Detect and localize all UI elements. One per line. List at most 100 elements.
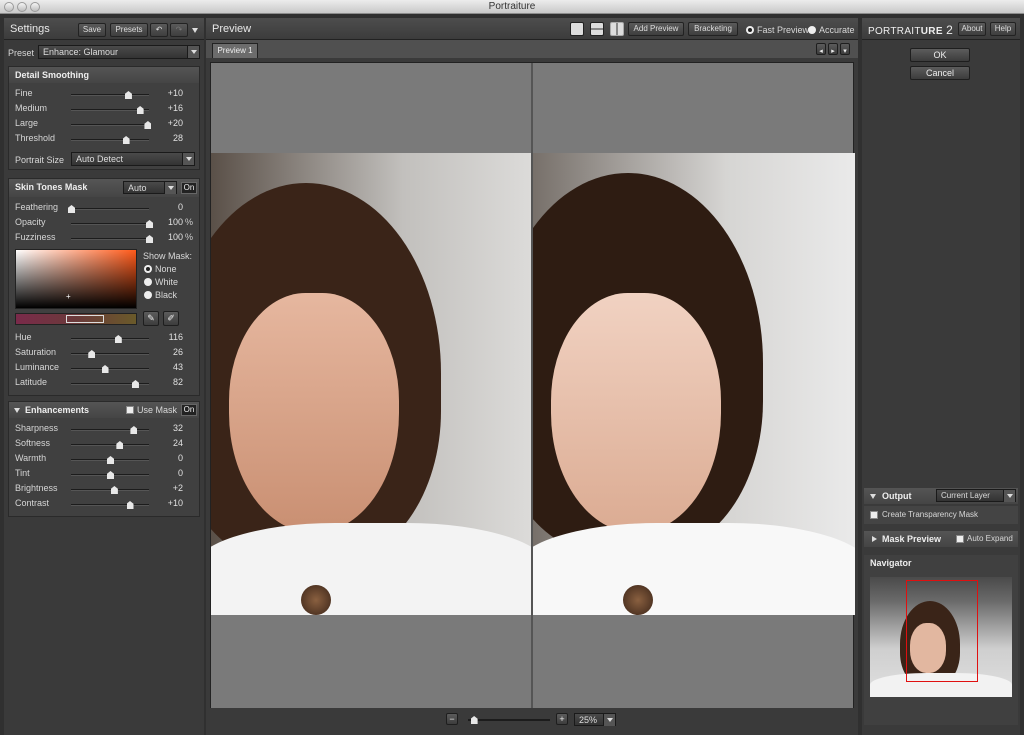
help-button[interactable]: Help [990, 22, 1016, 36]
enhance-slider-label: Contrast [15, 498, 50, 508]
zoom-slider[interactable] [468, 716, 550, 724]
use-mask-checkbox[interactable] [126, 406, 134, 414]
close-window-button[interactable] [4, 2, 14, 12]
zoom-window-button[interactable] [30, 2, 40, 12]
hue-range-selector[interactable] [66, 315, 104, 323]
eyedropper-plus-button[interactable]: ✐ [163, 311, 179, 326]
zoom-dropdown[interactable]: 25% [574, 713, 616, 726]
enhance-slider-thumb[interactable] [107, 471, 114, 479]
original-photo [211, 153, 531, 615]
add-preview-button[interactable]: Add Preview [628, 22, 684, 36]
single-view-button[interactable] [570, 22, 584, 36]
coat-button-shape [623, 585, 653, 615]
undo-button[interactable]: ↶ [150, 23, 168, 37]
minimize-window-button[interactable] [17, 2, 27, 12]
enhance-slider-thumb[interactable] [116, 441, 124, 449]
bracketing-button[interactable]: Bracketing [688, 22, 738, 36]
skin-color-slider-track[interactable] [71, 365, 149, 373]
skin-color-slider-thumb[interactable] [114, 335, 122, 343]
detail-slider-track[interactable] [71, 106, 149, 114]
portrait-size-dropdown[interactable]: Auto Detect [71, 152, 195, 166]
skin-slider-track[interactable] [71, 235, 153, 243]
settings-menu-arrow-icon[interactable] [192, 28, 198, 33]
enhance-slider-value: 24 [172, 438, 183, 448]
navigator-view-box[interactable] [906, 580, 978, 682]
enhance-slider-track[interactable] [71, 471, 149, 479]
tab-menu-button[interactable]: ▾ [840, 43, 850, 55]
navigator-label: Navigator [870, 558, 912, 568]
enhance-slider-thumb[interactable] [107, 456, 114, 464]
detail-slider-value: +16 [167, 103, 183, 113]
skin-tones-mode-dropdown[interactable]: Auto [123, 181, 177, 194]
preset-label: Preset [8, 48, 35, 58]
tab-prev-button[interactable]: ◂ [816, 43, 826, 55]
skin-color-slider-track[interactable] [71, 350, 149, 358]
ok-button[interactable]: OK [910, 48, 970, 62]
skin-slider-track[interactable] [71, 220, 153, 228]
tab-preview-1[interactable]: Preview 1 [212, 43, 258, 58]
skin-slider-thumb[interactable] [146, 220, 153, 228]
detail-slider-thumb[interactable] [144, 121, 152, 129]
skin-color-slider-track[interactable] [71, 380, 149, 388]
enhance-slider-track[interactable] [71, 426, 149, 434]
enhancements-collapse-icon[interactable] [14, 408, 20, 413]
auto-expand-label: Auto Expand [967, 534, 1013, 543]
about-button[interactable]: About [958, 22, 986, 36]
preset-dropdown[interactable]: Enhance: Glamour [38, 45, 200, 59]
eyedropper-button[interactable]: ✎ [143, 311, 159, 326]
chevron-down-icon [603, 714, 615, 726]
zoom-out-button[interactable]: − [446, 713, 458, 725]
split-horizontal-button[interactable] [590, 22, 604, 36]
skin-color-picker[interactable]: + [15, 249, 137, 309]
detail-slider-track[interactable] [71, 121, 152, 129]
skin-slider-thumb[interactable] [146, 235, 153, 243]
fast-preview-radio[interactable] [746, 26, 754, 34]
auto-expand-checkbox[interactable] [956, 535, 964, 543]
hue-range-bar[interactable] [15, 313, 137, 325]
mask-preview-expand-icon[interactable] [872, 536, 877, 542]
app-window: Portraiture Settings Save Presets ↶ ↷ Pr… [0, 0, 1024, 735]
detail-slider-thumb[interactable] [124, 91, 132, 99]
zoom-slider-thumb[interactable] [470, 716, 478, 724]
mask-white-radio[interactable] [144, 278, 152, 286]
tab-next-button[interactable]: ▸ [828, 43, 838, 55]
detail-slider-track[interactable] [71, 136, 149, 144]
transparency-mask-checkbox[interactable] [870, 511, 878, 519]
navigator-thumbnail[interactable] [870, 577, 1012, 697]
enhance-slider-thumb[interactable] [110, 486, 118, 494]
zoom-in-button[interactable]: + [556, 713, 568, 725]
output-dropdown[interactable]: Current Layer [936, 489, 1016, 502]
skin-slider-track[interactable] [68, 205, 149, 213]
enhance-slider-track[interactable] [71, 486, 149, 494]
split-vertical-button[interactable] [610, 22, 624, 36]
accurate-radio[interactable] [808, 26, 816, 34]
detail-slider-thumb[interactable] [122, 136, 130, 144]
save-button[interactable]: Save [78, 23, 106, 37]
enhance-slider-thumb[interactable] [126, 501, 134, 509]
window-title: Portraiture [488, 1, 536, 12]
enhancements-on-toggle[interactable]: On [181, 404, 197, 416]
use-mask-label: Use Mask [137, 405, 178, 415]
enhance-slider-thumb[interactable] [130, 426, 138, 434]
redo-button[interactable]: ↷ [170, 23, 188, 37]
detail-slider-track[interactable] [71, 91, 149, 99]
skin-color-slider-thumb[interactable] [131, 380, 139, 388]
enhance-slider-track[interactable] [71, 501, 149, 509]
skin-color-slider-thumb[interactable] [101, 365, 109, 373]
skin-color-slider-thumb[interactable] [88, 350, 96, 358]
enhance-slider-track[interactable] [71, 441, 149, 449]
mask-black-radio[interactable] [144, 291, 152, 299]
output-collapse-icon[interactable] [870, 494, 876, 499]
skin-color-slider-track[interactable] [71, 335, 149, 343]
white-collar-shape [533, 523, 855, 615]
skin-slider-thumb[interactable] [68, 205, 75, 213]
detail-slider-thumb[interactable] [136, 106, 144, 114]
mask-black-label: Black [155, 290, 178, 300]
skin-tones-on-toggle[interactable]: On [181, 182, 197, 194]
portrait-size-label: Portrait Size [15, 155, 65, 165]
enhance-slider-track[interactable] [71, 456, 149, 464]
preview-canvas[interactable] [210, 62, 855, 725]
mask-none-radio[interactable] [144, 265, 152, 273]
cancel-button[interactable]: Cancel [910, 66, 970, 80]
presets-button[interactable]: Presets [110, 23, 148, 37]
